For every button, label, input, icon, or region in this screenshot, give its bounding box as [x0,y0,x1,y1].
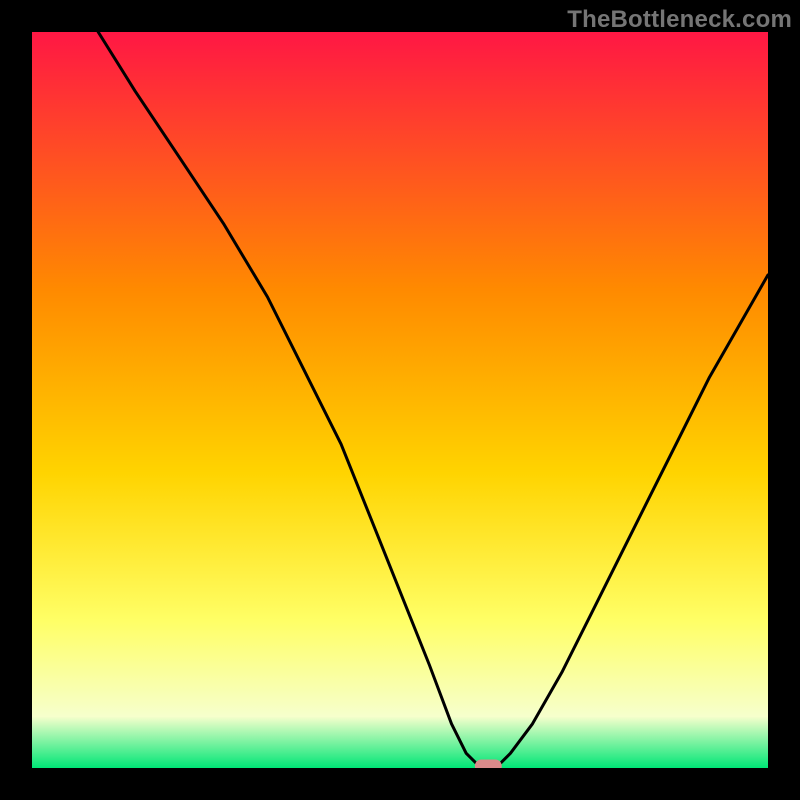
bottleneck-chart [32,32,768,768]
gradient-background [32,32,768,768]
watermark-text: TheBottleneck.com [567,6,792,34]
optimal-marker [475,760,501,768]
chart-container: { "watermark": "TheBottleneck.com", "col… [0,0,800,800]
